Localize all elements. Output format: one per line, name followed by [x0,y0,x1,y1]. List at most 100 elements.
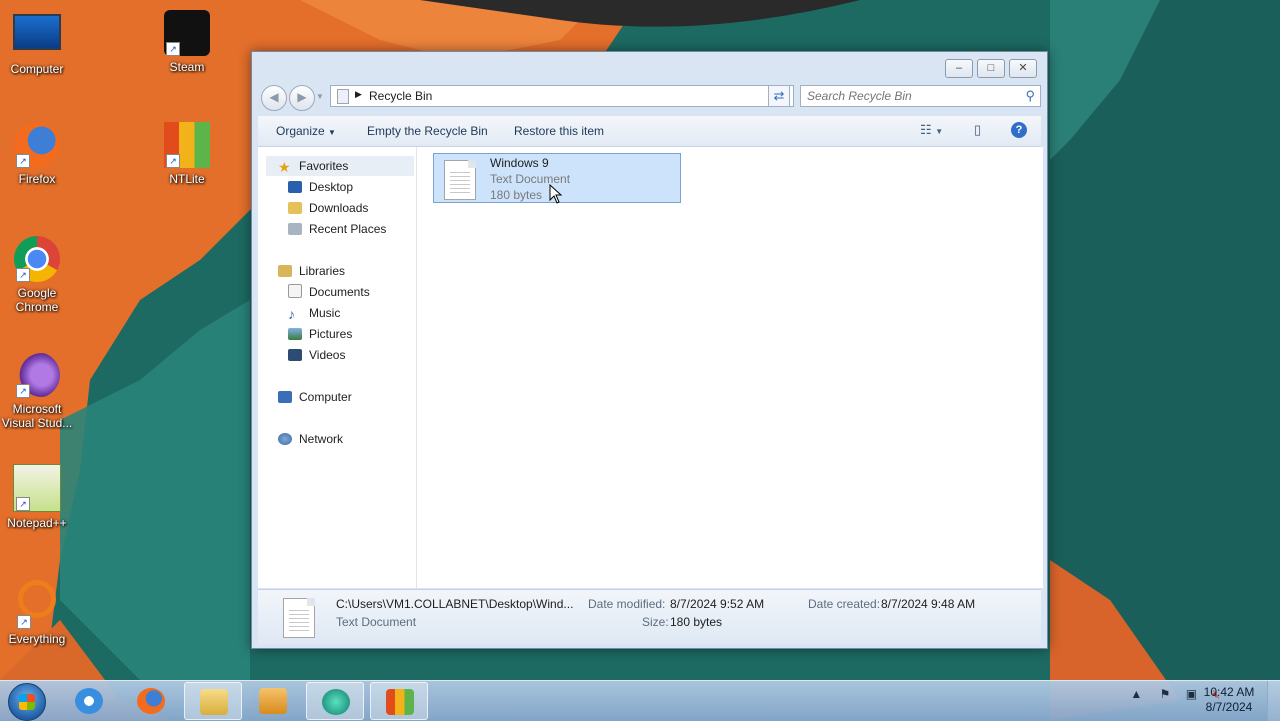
file-list: Windows 9 Text Document 180 bytes [417,147,1043,588]
steam-icon: ↗ [164,10,210,56]
firefox-icon: ↗ [14,122,60,168]
firefox-icon [137,688,165,714]
nav-computer[interactable]: Computer [278,387,352,407]
taskbar: ▲ ⚑ ▣ 🔇︎ 10:42 AM 8/7/2024 [0,680,1280,721]
show-hidden-icons-icon[interactable]: ▲ [1130,687,1142,701]
nav-label: Recent Places [309,222,387,236]
start-button[interactable] [8,683,46,721]
desktop-icon-visual-studio[interactable]: ↗ Microsoft Visual Stud... [0,352,74,430]
desktop-icon-computer[interactable]: Computer [0,10,74,76]
downloads-folder-icon [288,202,302,214]
computer-icon [13,14,61,50]
ntlite-icon: ↗ [164,122,210,168]
mouse-cursor-icon [549,184,563,204]
app-icon [322,689,350,715]
recent-pages-dropdown[interactable]: ▼ [315,85,325,109]
maximize-button[interactable]: □ [977,59,1005,78]
recent-places-icon [288,223,302,235]
change-view-icon[interactable]: ☷ ▼ [920,122,943,138]
clock[interactable]: 10:42 AM 8/7/2024 [1198,685,1260,715]
nav-pictures[interactable]: Pictures [288,324,352,344]
file-item-windows-9[interactable]: Windows 9 Text Document 180 bytes [433,153,681,204]
network-tray-icon[interactable]: ▣ [1186,687,1197,701]
nav-music[interactable]: ♪ Music [288,303,340,323]
recycle-bin-icon [337,89,349,104]
search-input[interactable] [807,89,1007,103]
file-name: Windows 9 [490,156,549,170]
nav-favorites[interactable]: ★ Favorites [266,156,414,176]
details-type: Text Document [336,615,417,629]
desktop-icon-firefox[interactable]: ↗ Firefox [0,122,74,186]
organize-menu[interactable]: Organize ▼ [276,124,336,138]
desktop-icon-label: Firefox [18,172,56,186]
nav-downloads[interactable]: Downloads [288,198,368,218]
chevron-down-icon: ▼ [328,128,336,137]
taskbar-windows-explorer[interactable] [184,682,242,720]
videos-icon [288,349,302,361]
taskbar-app[interactable] [306,682,364,720]
breadcrumb-arrow-icon[interactable]: ▶ [355,89,362,100]
empty-recycle-bin-button[interactable]: Empty the Recycle Bin [367,124,488,138]
desktop-icon-label: Computer [10,62,64,76]
nav-desktop[interactable]: Desktop [288,177,353,197]
desktop-icon-ntlite[interactable]: ↗ NTLite [150,122,224,186]
desktop-icon-label: Google Chrome [15,286,59,314]
recycle-bin-window: – □ ✕ ◀ ▶ ▼ ▶ Recycle Bin ▼ ⇄ ⚲ Organize… [251,51,1048,649]
file-size: 180 bytes [490,188,543,202]
nav-documents[interactable]: Documents [288,282,370,302]
details-path: C:\Users\VM1.COLLABNET\Desktop\Wind... [336,597,574,611]
internet-explorer-icon [75,688,103,714]
date-modified-label: Date modified: [588,597,666,611]
help-icon[interactable]: ? [1011,122,1027,138]
nav-label: Pictures [309,327,353,341]
explorer-client-area: ★ Favorites Desktop Downloads Recent Plac… [258,147,1043,588]
nav-libraries[interactable]: Libraries [278,261,345,281]
libraries-icon [278,265,292,277]
back-button[interactable]: ◀ [261,85,287,111]
breadcrumb-recycle-bin[interactable]: Recycle Bin [369,89,432,103]
pictures-icon [288,328,302,340]
desktop-icon-label: Microsoft Visual Stud... [1,402,73,430]
desktop-icon-notepadpp[interactable]: ↗ Notepad++ [0,464,74,530]
desktop-icon-label: Notepad++ [7,516,67,530]
minimize-button[interactable]: – [945,59,973,78]
music-icon: ♪ [288,306,295,322]
refresh-icon[interactable]: ⇄ [768,85,790,107]
star-icon: ★ [278,159,291,175]
network-icon [278,433,292,445]
date-created-label: Date created: [808,597,881,611]
desktop-icon-label: Everything [8,632,66,646]
everything-icon: ↗ [17,580,56,629]
search-box[interactable]: ⚲ [800,85,1041,107]
desktop-icon-everything[interactable]: ↗ Everything [0,576,74,646]
text-document-icon [444,160,476,200]
preview-pane-icon[interactable]: ▯ [974,122,981,138]
chrome-icon: ↗ [14,236,60,282]
taskbar-internet-explorer[interactable] [60,682,118,720]
address-row: ◀ ▶ ▼ ▶ Recycle Bin ▼ ⇄ ⚲ [260,84,1041,111]
nav-recent-places[interactable]: Recent Places [288,219,386,239]
text-document-icon [283,598,315,638]
desktop-icon-chrome[interactable]: ↗ Google Chrome [0,236,74,314]
nav-label: Downloads [309,201,369,215]
taskbar-firefox[interactable] [122,682,180,720]
taskbar-ntlite[interactable] [370,682,428,720]
address-bar[interactable]: ▶ Recycle Bin ▼ [330,85,794,107]
ntlite-icon [386,689,414,715]
size-value: 180 bytes [670,615,723,629]
restore-item-button[interactable]: Restore this item [514,124,604,138]
media-player-icon [259,688,287,714]
nav-label: Desktop [309,180,354,194]
show-desktop-button[interactable] [1267,681,1280,721]
nav-network[interactable]: Network [278,429,343,449]
windows-logo-icon [19,694,35,710]
taskbar-media-player[interactable] [244,682,302,720]
computer-icon [278,391,292,403]
forward-button[interactable]: ▶ [289,85,315,111]
nav-videos[interactable]: Videos [288,345,345,365]
desktop-icon-steam[interactable]: ↗ Steam [150,10,224,74]
action-center-flag-icon[interactable]: ⚑ [1160,687,1171,701]
close-button[interactable]: ✕ [1009,59,1037,78]
search-icon[interactable]: ⚲ [1025,88,1035,104]
navigation-pane: ★ Favorites Desktop Downloads Recent Plac… [258,147,417,588]
